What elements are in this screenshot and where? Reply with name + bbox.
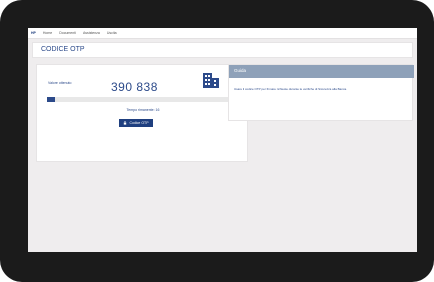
otp-timer-progress-fill <box>47 97 55 102</box>
otp-time-left: Tempo rimanente: 16 <box>126 108 160 112</box>
generate-otp-button[interactable]: Codice OTP <box>119 119 153 127</box>
nav-item-assistance[interactable]: Assistenza <box>83 31 100 35</box>
laptop-frame: HP Home Documenti Assistenza Uscita CODI… <box>0 0 434 282</box>
page-header: CODICE OTP <box>32 42 413 58</box>
building-icon <box>203 73 219 88</box>
generate-otp-button-label: Codice OTP <box>129 121 149 125</box>
nav-item-documents[interactable]: Documenti <box>59 31 76 35</box>
otp-timer-progress-bar <box>47 97 244 102</box>
screen: HP Home Documenti Assistenza Uscita CODI… <box>28 28 417 252</box>
guide-card: Guida Usare il codice OTP per firmare ri… <box>228 64 414 121</box>
otp-label: Valore ottenuto <box>48 81 72 85</box>
guide-title: Guida <box>234 68 247 73</box>
guide-header: Guida <box>229 65 414 78</box>
guide-text: Usare il codice OTP per firmare richiest… <box>234 87 347 91</box>
nav-item-exit[interactable]: Uscita <box>107 31 117 35</box>
lock-icon <box>124 121 127 125</box>
top-navigation: HP Home Documenti Assistenza Uscita <box>28 28 417 39</box>
page-title: CODICE OTP <box>41 46 85 53</box>
otp-card: Valore ottenuto 390 838 Tempo rimanente:… <box>36 64 248 162</box>
otp-code: 390 838 <box>111 80 158 94</box>
nav-item-home[interactable]: Home <box>43 31 52 35</box>
brand-logo: HP <box>31 31 36 35</box>
